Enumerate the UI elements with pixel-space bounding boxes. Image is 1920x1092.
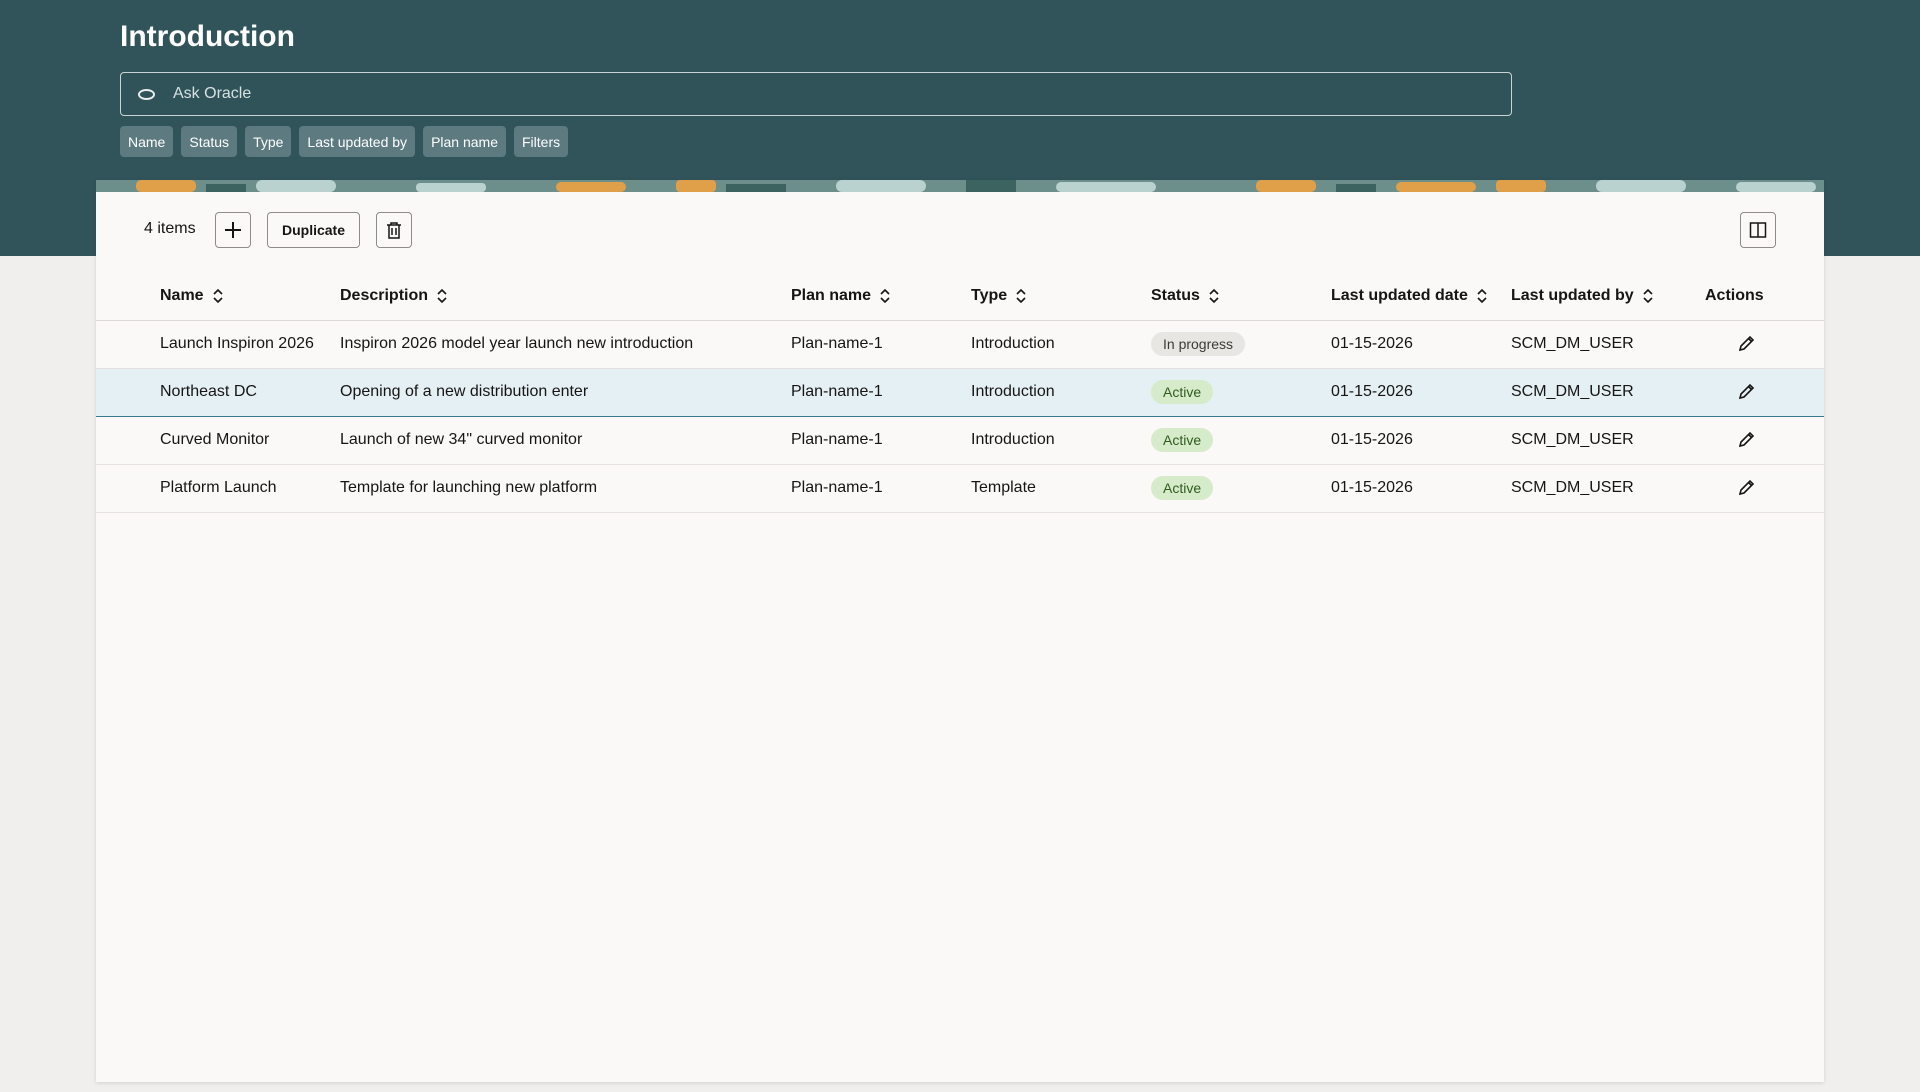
- chip-filters[interactable]: Filters: [514, 126, 569, 157]
- columns-button[interactable]: [1740, 212, 1776, 248]
- status-badge: Active: [1151, 428, 1214, 452]
- chip-last-updated-by[interactable]: Last updated by: [299, 126, 416, 157]
- cell-plan-name: Plan-name-1: [791, 367, 971, 417]
- sort-icon: [437, 288, 447, 303]
- edit-button[interactable]: [1735, 379, 1759, 403]
- sort-icon: [1643, 288, 1653, 303]
- cell-status: In progress: [1151, 320, 1331, 369]
- table-card: 4 items Duplicate Name Description Plan …: [96, 180, 1824, 1082]
- table-toolbar: 4 items Duplicate: [96, 212, 1824, 248]
- chip-name[interactable]: Name: [120, 126, 174, 157]
- cell-name: Curved Monitor: [160, 416, 340, 465]
- columns-icon: [1749, 222, 1767, 238]
- trash-icon: [387, 222, 401, 239]
- add-button[interactable]: [215, 212, 251, 248]
- cell-last-updated-by: SCM_DM_USER: [1511, 367, 1705, 417]
- sort-icon: [213, 288, 223, 303]
- column-header-type[interactable]: Type: [971, 272, 1151, 321]
- plus-icon: [225, 222, 241, 238]
- cell-plan-name: Plan-name-1: [791, 464, 971, 513]
- cell-description: Opening of a new distribution enter: [340, 367, 791, 417]
- cell-name: Northeast DC: [160, 367, 340, 417]
- column-header-status[interactable]: Status: [1151, 272, 1331, 321]
- cell-description: Template for launching new platform: [340, 464, 791, 513]
- sort-icon: [1477, 288, 1487, 303]
- cell-last-updated-date: 01-15-2026: [1331, 464, 1511, 513]
- decorative-banner: [96, 180, 1824, 192]
- chip-status[interactable]: Status: [181, 126, 238, 157]
- column-header-name[interactable]: Name: [160, 272, 340, 321]
- cell-actions: [1705, 416, 1824, 465]
- cell-status: Active: [1151, 367, 1331, 417]
- column-header-description[interactable]: Description: [340, 272, 791, 321]
- cell-name: Launch Inspiron 2026: [160, 320, 340, 369]
- cell-type: Introduction: [971, 320, 1151, 369]
- cell-plan-name: Plan-name-1: [791, 416, 971, 465]
- cell-type: Introduction: [971, 367, 1151, 417]
- cell-last-updated-by: SCM_DM_USER: [1511, 464, 1705, 513]
- oracle-ring-icon: [138, 88, 155, 100]
- cell-last-updated-date: 01-15-2026: [1331, 320, 1511, 369]
- cell-type: Template: [971, 464, 1151, 513]
- sort-icon: [1016, 288, 1026, 303]
- duplicate-button[interactable]: Duplicate: [267, 212, 360, 248]
- items-count: 4 items: [144, 220, 196, 237]
- status-badge: Active: [1151, 380, 1214, 404]
- edit-button[interactable]: [1735, 475, 1759, 499]
- column-header-plan-name[interactable]: Plan name: [791, 272, 971, 321]
- cell-plan-name: Plan-name-1: [791, 320, 971, 369]
- cell-actions: [1705, 320, 1824, 369]
- filter-chips: Name Status Type Last updated by Plan na…: [120, 126, 569, 157]
- pencil-icon: [1738, 335, 1755, 352]
- pencil-icon: [1738, 431, 1755, 448]
- chip-plan-name[interactable]: Plan name: [423, 126, 506, 157]
- table-row[interactable]: Platform Launch Template for launching n…: [96, 464, 1824, 513]
- cell-description: Inspiron 2026 model year launch new intr…: [340, 320, 791, 369]
- cell-last-updated-by: SCM_DM_USER: [1511, 416, 1705, 465]
- delete-button[interactable]: [376, 212, 412, 248]
- table-row[interactable]: Launch Inspiron 2026 Inspiron 2026 model…: [96, 320, 1824, 369]
- cell-actions: [1705, 367, 1824, 417]
- data-table: Name Description Plan name Type Status L…: [96, 272, 1824, 513]
- cell-status: Active: [1151, 464, 1331, 513]
- cell-type: Introduction: [971, 416, 1151, 465]
- search-input[interactable]: [173, 73, 1511, 115]
- ask-oracle-search[interactable]: [120, 72, 1512, 116]
- header-row: Name Description Plan name Type Status L…: [96, 272, 1824, 321]
- sort-icon: [880, 288, 890, 303]
- cell-last-updated-date: 01-15-2026: [1331, 367, 1511, 417]
- table-row[interactable]: Curved Monitor Launch of new 34" curved …: [96, 416, 1824, 465]
- pencil-icon: [1738, 479, 1755, 496]
- status-badge: Active: [1151, 476, 1214, 500]
- cell-status: Active: [1151, 416, 1331, 465]
- cell-last-updated-date: 01-15-2026: [1331, 416, 1511, 465]
- column-header-last-updated-date[interactable]: Last updated date: [1331, 272, 1511, 321]
- column-header-actions: Actions: [1705, 272, 1824, 321]
- cell-name: Platform Launch: [160, 464, 340, 513]
- cell-actions: [1705, 464, 1824, 513]
- edit-button[interactable]: [1735, 427, 1759, 451]
- pencil-icon: [1738, 383, 1755, 400]
- sort-icon: [1209, 288, 1219, 303]
- cell-last-updated-by: SCM_DM_USER: [1511, 320, 1705, 369]
- status-badge: In progress: [1151, 332, 1246, 356]
- page-title: Introduction: [120, 20, 295, 53]
- table-row[interactable]: Northeast DC Opening of a new distributi…: [96, 367, 1824, 417]
- column-header-last-updated-by[interactable]: Last updated by: [1511, 272, 1705, 321]
- chip-type[interactable]: Type: [245, 126, 292, 157]
- cell-description: Launch of new 34" curved monitor: [340, 416, 791, 465]
- edit-button[interactable]: [1735, 331, 1759, 355]
